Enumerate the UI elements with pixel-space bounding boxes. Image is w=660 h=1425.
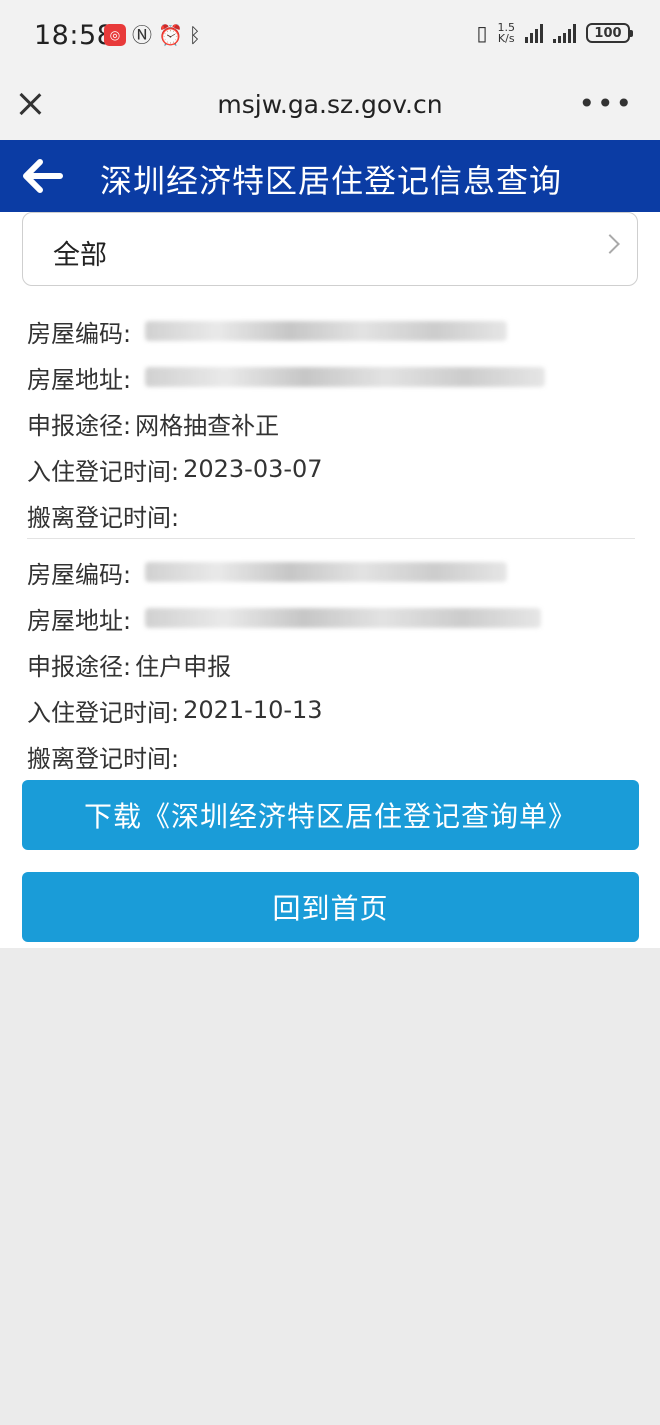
address-row: 房屋地址: [27,595,637,641]
address-redacted [145,608,542,628]
house-code-redacted [145,562,508,582]
filter-select[interactable]: 全部 [22,212,638,286]
house-code-label: 房屋编码: [27,560,132,589]
checkin-label: 入住登记时间: [27,698,180,727]
checkout-label: 搬离登记时间: [27,503,180,532]
status-right-icons: ▯ 1.5 K/s 100 [476,21,633,45]
report-channel-value: 网格抽查补正 [135,411,280,440]
address-label: 房屋地址: [27,365,132,394]
house-code-redacted [145,321,508,341]
page-url: msjw.ga.sz.gov.cn [217,90,443,119]
bluetooth-icon: ᛒ [188,23,201,47]
residence-record: 房屋编码: 房屋地址: 申报途径: 住户申报 入住登记时间: 2021-10-1… [27,549,637,779]
status-bar: 18:58 ◎ Ⓝ ⏰ ᛒ ▯ 1.5 K/s 100 [0,0,660,72]
download-button[interactable]: 下载《深圳经济特区居住登记查询单》 [22,780,639,850]
report-channel-label: 申报途径: [27,652,132,681]
chevron-right-icon [600,234,620,254]
house-code-row: 房屋编码: [27,549,637,595]
checkin-value: 2021-10-13 [183,696,323,724]
record-divider [27,538,635,539]
house-code-row: 房屋编码: [27,308,637,354]
network-speed: 1.5 K/s [498,22,516,44]
report-channel-row: 申报途径: 网格抽查补正 [27,400,637,446]
home-button[interactable]: 回到首页 [22,872,639,942]
network-speed-unit: K/s [497,32,515,45]
checkout-row: 搬离登记时间: [27,733,637,779]
checkin-row: 入住登记时间: 2023-03-07 [27,446,637,492]
signal-icon-2 [553,23,576,43]
alarm-icon: ⏰ [158,23,183,47]
address-redacted [145,367,546,387]
checkout-row: 搬离登记时间: [27,492,637,538]
nfc-icon: Ⓝ [132,23,152,47]
browser-bar: msjw.ga.sz.gov.cn ••• [0,72,660,140]
page-header: 深圳经济特区居住登记信息查询 [0,140,660,212]
filter-selected-value: 全部 [53,240,107,271]
checkout-label: 搬离登记时间: [27,744,180,773]
status-time: 18:58 [34,20,115,51]
address-label: 房屋地址: [27,606,132,635]
more-icon[interactable]: ••• [578,90,634,118]
report-channel-value: 住户申报 [135,652,232,681]
checkin-row: 入住登记时间: 2021-10-13 [27,687,637,733]
signal-icon [525,23,543,43]
house-code-label: 房屋编码: [27,319,132,348]
app-notification-icon: ◎ [104,24,126,46]
checkin-value: 2023-03-07 [183,455,323,483]
battery-icon: 100 [586,23,633,43]
address-row: 房屋地址: [27,354,637,400]
checkin-label: 入住登记时间: [27,457,180,486]
residence-record: 房屋编码: 房屋地址: 申报途径: 网格抽查补正 入住登记时间: 2023-03… [27,308,637,538]
page-title: 深圳经济特区居住登记信息查询 [100,162,563,200]
report-channel-row: 申报途径: 住户申报 [27,641,637,687]
status-left-icons: ◎ Ⓝ ⏰ ᛒ [104,24,201,46]
back-arrow-icon[interactable] [20,156,64,196]
vibrate-icon: ▯ [476,21,488,45]
main-content: 全部 房屋编码: 房屋地址: 申报途径: 网格抽查补正 入住登记时间: 2023… [0,212,660,948]
report-channel-label: 申报途径: [27,411,132,440]
